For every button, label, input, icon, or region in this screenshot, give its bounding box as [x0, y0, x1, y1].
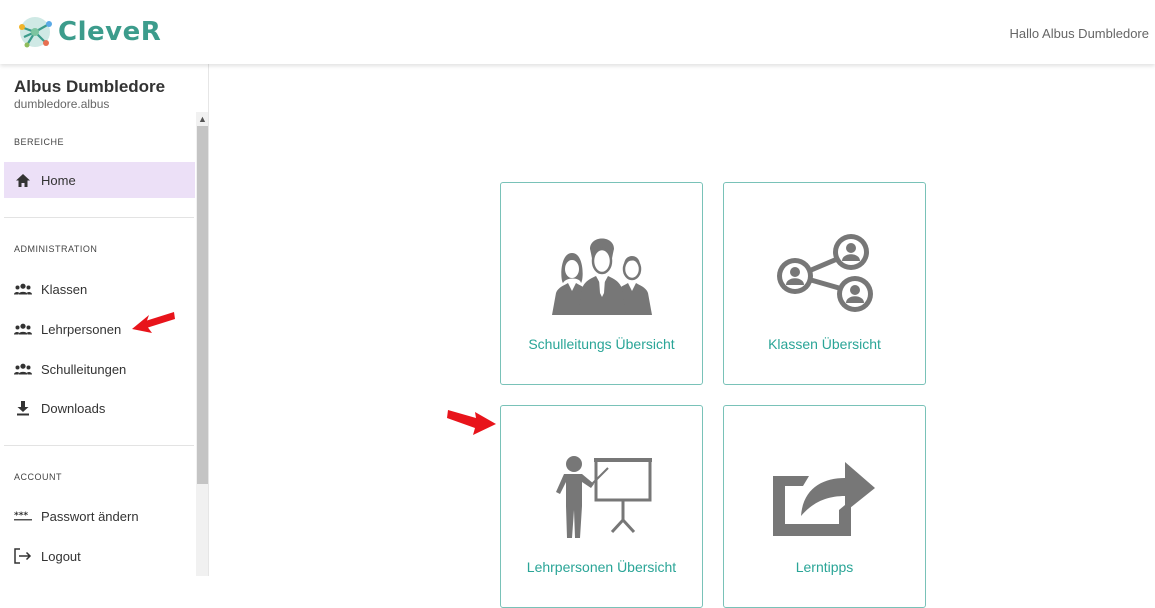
logo-text: CleveR: [58, 17, 162, 47]
sidebar: Albus Dumbledore dumbledore.albus ▲ BERE…: [0, 64, 209, 576]
sidebar-item-passwort[interactable]: *** Passwort ändern: [4, 498, 195, 534]
logo-icon: [19, 17, 52, 48]
logout-icon: [14, 547, 32, 565]
sidebar-scrollbar[interactable]: ▲: [196, 112, 208, 576]
sidebar-item-label: Logout: [41, 548, 81, 564]
card-label: Lehrpersonen Übersicht: [526, 559, 677, 575]
sidebar-item-logout[interactable]: Logout: [4, 538, 195, 574]
password-icon: ***: [14, 507, 32, 525]
sidebar-item-label: Downloads: [41, 400, 106, 416]
section-label-administration: ADMINISTRATION: [14, 244, 98, 254]
card-klassen-uebersicht[interactable]: Klassen Übersicht: [723, 182, 926, 385]
card-label: Schulleitungs Übersicht: [528, 336, 675, 352]
card-schulleitungs-uebersicht[interactable]: Schulleitungs Übersicht: [500, 182, 703, 385]
card-lerntipps[interactable]: Lerntipps: [723, 405, 926, 608]
sidebar-item-downloads[interactable]: Downloads: [4, 390, 195, 426]
sidebar-item-label: Klassen: [41, 281, 88, 297]
sidebar-item-schulleitungen[interactable]: Schulleitungen: [4, 351, 195, 387]
card-lehrpersonen-uebersicht[interactable]: Lehrpersonen Übersicht: [500, 405, 703, 608]
sidebar-item-label: Home: [41, 172, 76, 188]
sidebar-divider: [4, 445, 194, 446]
scrollbar-thumb[interactable]: [197, 126, 208, 484]
section-label-account: ACCOUNT: [14, 472, 62, 482]
group-icon: [14, 320, 32, 338]
card-label: Klassen Übersicht: [768, 336, 881, 352]
share-arrow-icon: [724, 446, 925, 546]
group-icon: [14, 360, 32, 378]
sidebar-item-label: Schulleitungen: [41, 361, 127, 377]
sidebar-user-name: Albus Dumbledore: [14, 77, 166, 96]
sidebar-item-label: Passwort ändern: [41, 508, 139, 524]
top-header: CleveR Hallo Albus Dumbledore: [0, 0, 1155, 64]
sidebar-divider: [4, 217, 194, 218]
download-icon: [14, 399, 32, 417]
sidebar-item-home[interactable]: Home: [4, 162, 195, 198]
section-label-bereiche: BEREICHE: [14, 137, 65, 147]
sidebar-user-login: dumbledore.albus: [14, 97, 110, 111]
card-label: Lerntipps: [795, 559, 854, 575]
network-users-icon: [724, 223, 925, 323]
home-icon: [14, 171, 32, 189]
red-arrow-icon: [447, 410, 496, 435]
sidebar-item-label: Lehrpersonen: [41, 321, 122, 337]
user-greeting: Hallo Albus Dumbledore: [1009, 26, 1149, 41]
people-group-icon: [501, 223, 702, 323]
scroll-up-arrow-icon[interactable]: ▲: [196, 112, 208, 126]
red-arrow-icon: [132, 312, 175, 333]
group-icon: [14, 280, 32, 298]
app-logo[interactable]: CleveR: [14, 14, 161, 50]
sidebar-item-klassen[interactable]: Klassen: [4, 271, 195, 307]
teacher-presentation-icon: [501, 446, 702, 546]
